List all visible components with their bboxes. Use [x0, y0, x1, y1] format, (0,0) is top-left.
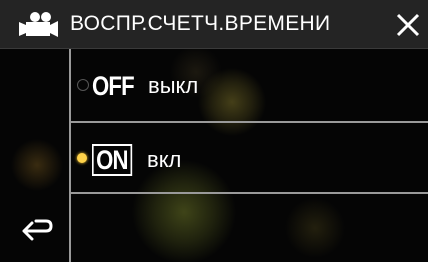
option-divider [71, 192, 428, 194]
on-badge: ON [92, 144, 132, 176]
close-icon[interactable] [396, 13, 420, 37]
option-off[interactable]: OFF выкл [71, 49, 428, 121]
screen: ВОСПР.СЧЕТЧ.ВРЕМЕНИ OFF выкл ON вкл [0, 0, 428, 262]
movie-camera-icon [19, 12, 58, 37]
title-bar: ВОСПР.СЧЕТЧ.ВРЕМЕНИ [0, 0, 428, 49]
off-badge: OFF [92, 71, 135, 101]
back-arrow-icon[interactable] [20, 215, 54, 241]
option-on-label: вкл [147, 147, 182, 172]
radio-selected [77, 153, 87, 163]
option-off-label: выкл [148, 73, 199, 98]
option-on[interactable]: ON вкл [71, 122, 428, 194]
page-title: ВОСПР.СЧЕТЧ.ВРЕМЕНИ [70, 12, 331, 35]
radio-unselected [77, 79, 89, 91]
